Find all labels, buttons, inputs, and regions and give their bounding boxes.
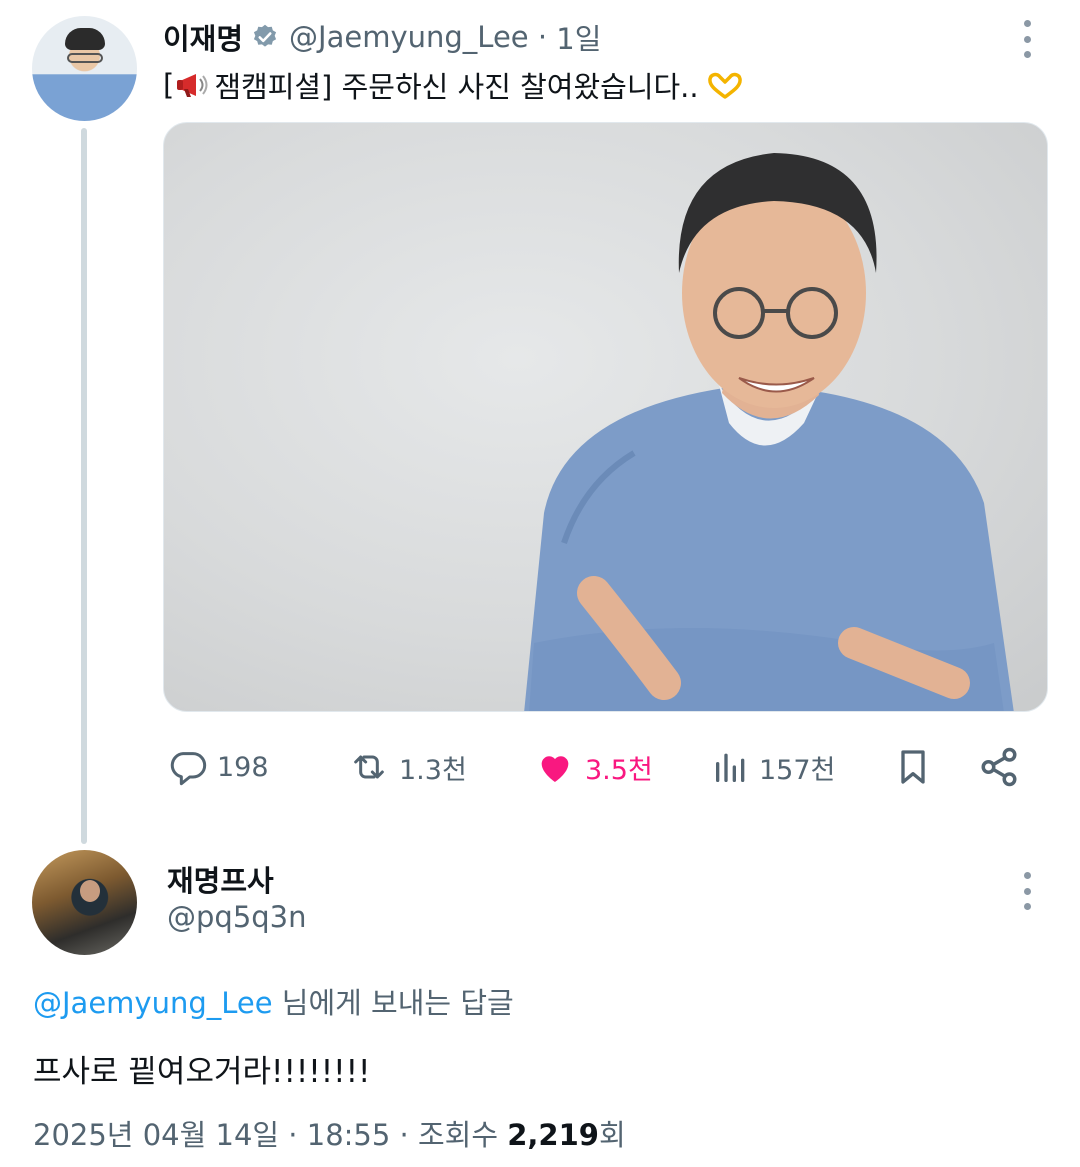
bookmark-button[interactable] — [893, 740, 941, 794]
reply-timestamp: 2025년 04월 14일 · 18:55 · 조회수 2,219회 — [33, 1112, 626, 1154]
replying-to-mention[interactable]: @Jaemyung_Lee — [33, 986, 273, 1020]
replying-to-suffix: 님에게 보내는 답글 — [272, 986, 514, 1020]
thread-connector-line — [81, 128, 87, 844]
reply-text: 프사로 끹여오거라!!!!!!!! — [33, 1054, 371, 1090]
retweet-count: 1.3천 — [399, 754, 467, 786]
views-chart-icon — [716, 753, 745, 782]
megaphone-icon — [176, 70, 212, 100]
tweet-time[interactable]: 1일 — [556, 16, 601, 58]
tweet-action-bar: 198 1.3천 3.5천 157천 — [163, 740, 1033, 794]
reply-icon — [170, 752, 207, 786]
tweet-header: 이재명 @Jaemyung_Lee · 1일 — [163, 14, 601, 60]
verified-badge-icon — [251, 23, 279, 51]
retweet-button[interactable]: 1.3천 — [347, 740, 467, 794]
reply-count: 198 — [217, 751, 269, 783]
replying-to-line: @Jaemyung_Lee 님에게 보내는 답글 — [33, 980, 514, 1022]
tweet-text-body: 잼캠피셜] 주문하신 사진 찰여왔습니다.. — [214, 70, 699, 104]
author-name[interactable]: 이재명 — [163, 16, 243, 58]
retweet-icon — [354, 755, 384, 779]
reply-author-name[interactable]: 재명프사 — [167, 858, 274, 900]
tweet-text: [ 잼캠피셜] 주문하신 사진 찰여왔습니다.. — [163, 64, 743, 106]
reply-views-count: 2,219 — [507, 1118, 599, 1152]
heart-hands-icon — [707, 71, 743, 99]
reply-button[interactable]: 198 — [167, 740, 269, 794]
share-icon — [981, 747, 1017, 787]
portrait-image — [524, 153, 1014, 711]
share-button[interactable] — [978, 740, 1028, 794]
reply-date[interactable]: 2025년 04월 14일 · 18:55 · 조회수 — [33, 1118, 507, 1152]
reply-more-options-icon[interactable] — [1021, 872, 1033, 910]
reply-author-handle[interactable]: @pq5q3n — [167, 900, 307, 934]
like-button[interactable]: 3.5천 — [533, 740, 653, 794]
bookmark-icon — [901, 750, 925, 784]
meta-separator: · — [537, 20, 548, 54]
tweet-photo[interactable] — [163, 122, 1048, 712]
heart-icon — [541, 756, 569, 782]
author-handle[interactable]: @Jaemyung_Lee — [289, 20, 529, 54]
reply-author-avatar[interactable] — [32, 850, 137, 955]
tweet-text-bracket: [ — [163, 68, 175, 102]
views-count: 157천 — [759, 754, 836, 786]
like-count: 3.5천 — [585, 754, 653, 786]
views-button[interactable]: 157천 — [711, 740, 835, 794]
reply-views-suffix: 회 — [598, 1118, 626, 1152]
author-avatar[interactable] — [32, 16, 137, 121]
more-options-icon[interactable] — [1021, 20, 1033, 58]
